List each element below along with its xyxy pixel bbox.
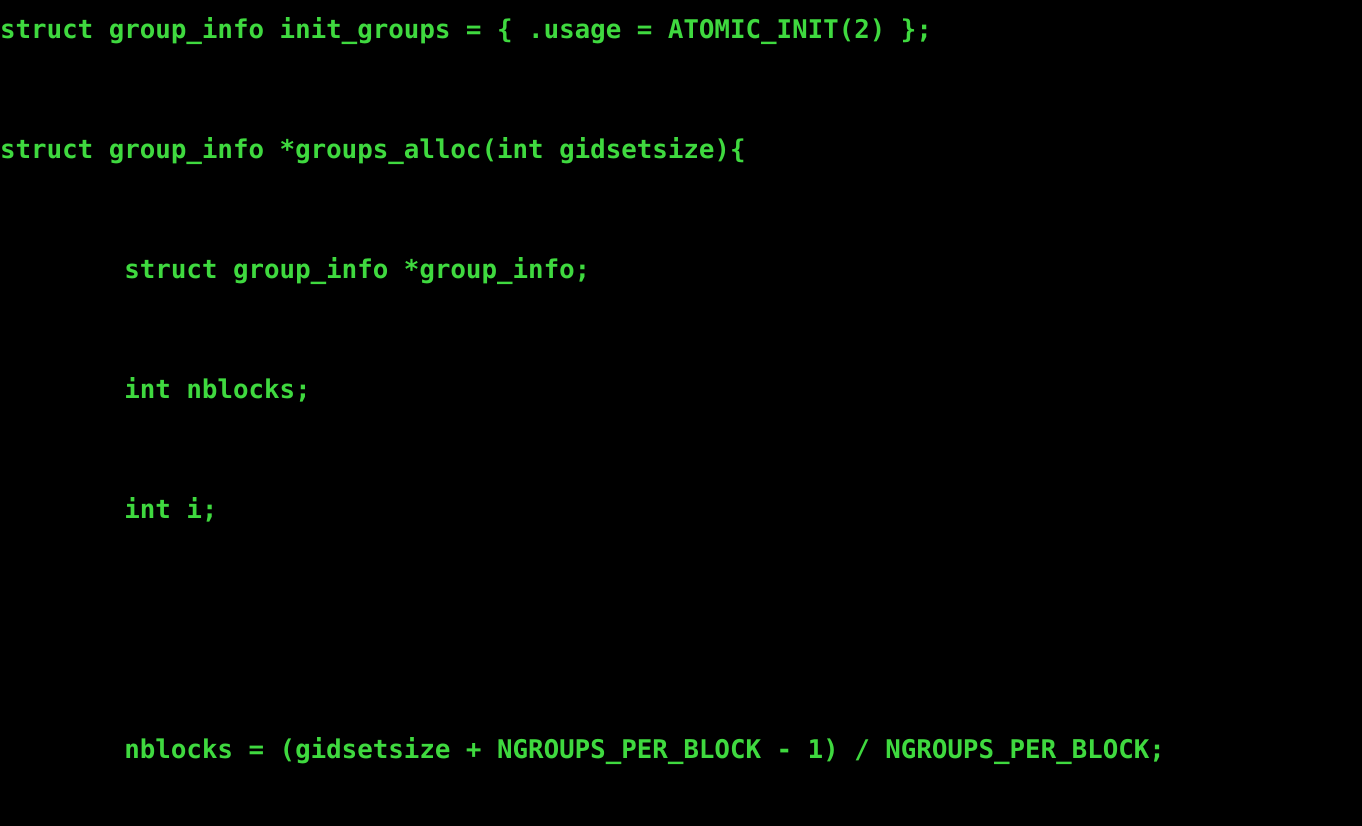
- code-line: struct group_info *groups_alloc(int gids…: [0, 135, 746, 165]
- code-line: nblocks = (gidsetsize + NGROUPS_PER_BLOC…: [0, 735, 1165, 765]
- code-line: struct group_info init_groups = { .usage…: [0, 15, 932, 45]
- code-line: int i;: [0, 495, 218, 525]
- source-code-block[interactable]: struct group_info init_groups = { .usage…: [0, 0, 1362, 826]
- code-line: int nblocks;: [0, 375, 311, 405]
- code-line: struct group_info *group_info;: [0, 255, 591, 285]
- code-viewer-surface: struct group_info init_groups = { .usage…: [0, 0, 1362, 826]
